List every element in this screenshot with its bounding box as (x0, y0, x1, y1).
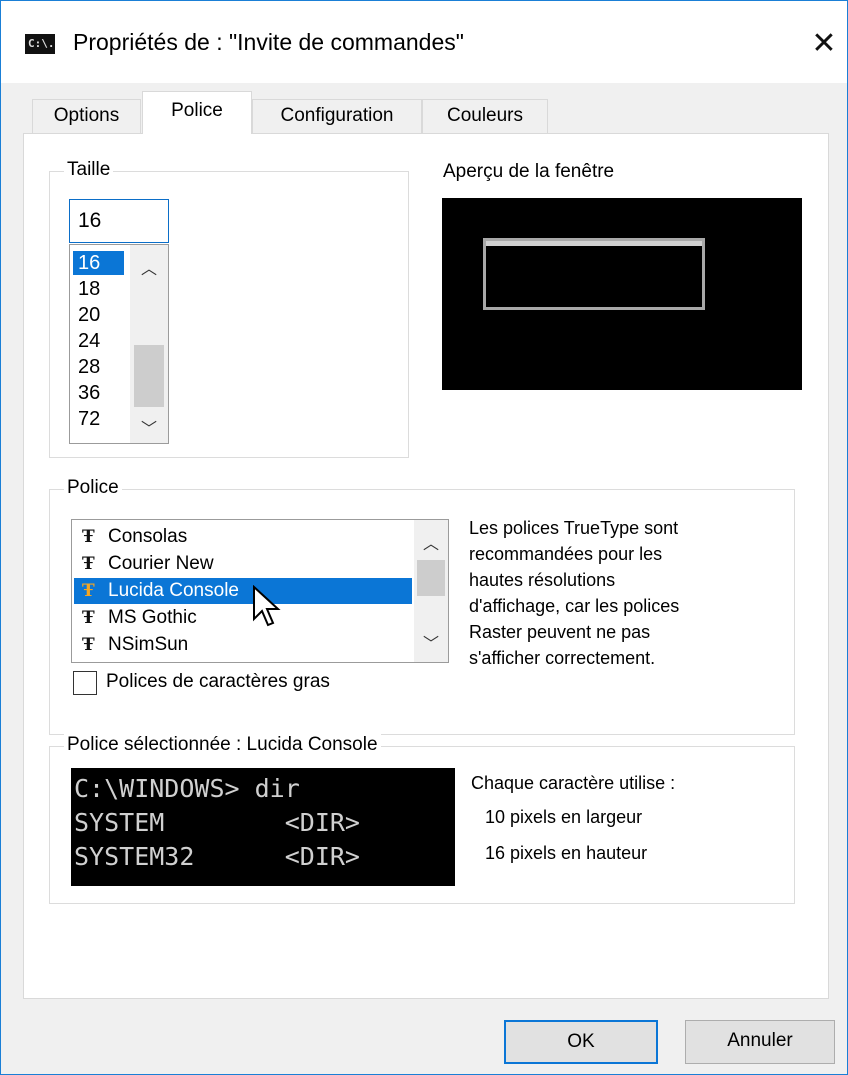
truetype-icon: Ŧ (82, 554, 95, 574)
properties-dialog: C:\. Propriétés de : "Invite de commande… (0, 0, 848, 1075)
font-description-line: d'affichage, car les polices (469, 596, 680, 616)
font-scrollbar[interactable]: ︿ ﹀ (414, 520, 448, 662)
char-info-title: Chaque caractère utilise : (471, 773, 676, 793)
font-group-label: Police (64, 477, 122, 499)
size-item-16[interactable]: 16 (73, 251, 124, 275)
preview-window-frame (483, 238, 705, 310)
truetype-icon: Ŧ (82, 527, 95, 547)
size-item-72[interactable]: 72 (78, 407, 100, 431)
tab-configuration[interactable]: Configuration (252, 99, 422, 133)
bold-fonts-checkbox[interactable] (73, 671, 97, 695)
font-item-label: MS Gothic (108, 607, 197, 628)
title-bar: C:\. Propriétés de : "Invite de commande… (1, 1, 847, 83)
chevron-up-icon[interactable]: ︿ (134, 255, 164, 279)
size-item-28[interactable]: 28 (78, 355, 100, 379)
font-item-lucida-console[interactable]: Ŧ Lucida Console (74, 578, 412, 604)
cmd-icon: C:\. (25, 34, 55, 54)
chevron-down-icon[interactable]: ﹀ (134, 415, 164, 439)
sample-line: C:\WINDOWS> dir (74, 774, 300, 803)
window-title: Propriétés de : "Invite de commandes" (73, 29, 464, 55)
sample-line: SYSTEM <DIR> (74, 808, 360, 837)
char-width-info: 10 pixels en largeur (485, 807, 643, 827)
font-description-line: Raster peuvent ne pas (469, 622, 651, 642)
preview-window-titlebar (486, 241, 702, 246)
selected-font-label: Police sélectionnée : Lucida Console (64, 734, 381, 756)
bold-fonts-label[interactable]: Polices de caractères gras (106, 671, 330, 693)
size-scrollbar[interactable]: ︿ ﹀ (130, 245, 168, 443)
tab-police[interactable]: Police (142, 91, 252, 134)
font-item-courier-new[interactable]: Ŧ Courier New (74, 551, 412, 577)
font-description-line: recommandées pour les (469, 544, 663, 564)
mouse-cursor-icon (253, 585, 281, 627)
truetype-icon: Ŧ (82, 608, 95, 628)
size-item-36[interactable]: 36 (78, 381, 100, 405)
font-item-label: Consolas (108, 526, 188, 547)
font-item-label: Courier New (108, 553, 214, 574)
cancel-button[interactable]: Annuler (685, 1020, 835, 1064)
font-description-line: Les polices TrueType sont (469, 518, 679, 538)
truetype-icon: Ŧ (82, 581, 95, 601)
chevron-down-icon[interactable]: ﹀ (416, 630, 446, 654)
font-description-line: hautes résolutions (469, 570, 616, 590)
truetype-icon: Ŧ (82, 635, 95, 655)
char-height-info: 16 pixels en hauteur (485, 843, 648, 863)
tab-couleurs[interactable]: Couleurs (422, 99, 548, 133)
close-button[interactable]: ✕ (801, 21, 847, 67)
font-item-nsimsun[interactable]: Ŧ NSimSun (74, 632, 412, 658)
chevron-up-icon[interactable]: ︿ (416, 530, 446, 554)
size-list[interactable]: 16 18 20 24 28 36 72 ︿ ﹀ (69, 244, 169, 444)
ok-button[interactable]: OK (504, 1020, 658, 1064)
font-scroll-thumb[interactable] (417, 560, 445, 596)
font-item-ms-gothic[interactable]: Ŧ MS Gothic (74, 605, 412, 631)
preview-label: Aperçu de la fenêtre (443, 161, 615, 182)
font-item-label: NSimSun (108, 634, 189, 655)
size-group-label: Taille (64, 159, 114, 181)
font-description: Les polices TrueType sont recommandées p… (469, 515, 789, 671)
size-input[interactable]: 16 (69, 199, 169, 243)
tab-options[interactable]: Options (32, 99, 141, 133)
size-item-18[interactable]: 18 (78, 277, 100, 301)
font-description-line: s'afficher correctement. (469, 648, 656, 668)
sample-line: SYSTEM32 <DIR> (74, 842, 360, 871)
size-scroll-thumb[interactable] (134, 345, 164, 407)
size-item-20[interactable]: 20 (78, 303, 100, 327)
font-sample: C:\WINDOWS> dir SYSTEM <DIR> SYSTEM32 <D… (71, 768, 455, 886)
font-item-label: Lucida Console (108, 580, 239, 601)
font-item-consolas[interactable]: Ŧ Consolas (74, 524, 412, 550)
size-item-24[interactable]: 24 (78, 329, 100, 353)
